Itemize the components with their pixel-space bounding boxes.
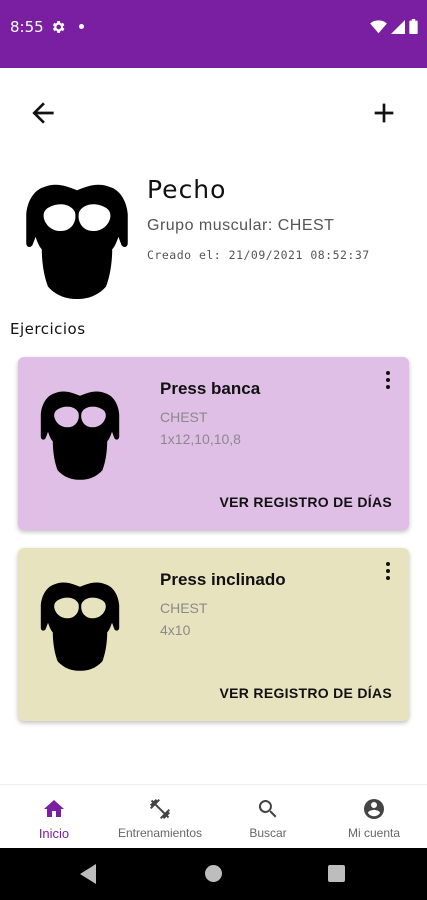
- arrow-left-icon: [32, 102, 54, 124]
- system-navigation-bar: [0, 848, 427, 900]
- status-time: 8:55: [10, 18, 44, 36]
- battery-icon: [409, 19, 418, 34]
- exercise-reps: 1x12,10,10,8: [160, 431, 241, 447]
- back-button[interactable]: [20, 90, 66, 136]
- nav-label: Buscar: [249, 826, 287, 840]
- exercise-card[interactable]: Press inclinado CHEST 4x10 VER REGISTRO …: [18, 548, 409, 721]
- exercise-muscle: CHEST: [160, 600, 208, 616]
- status-icons: [370, 19, 418, 34]
- add-exercise-button[interactable]: [361, 90, 407, 136]
- system-back-icon[interactable]: [80, 864, 98, 884]
- view-log-button[interactable]: VER REGISTRO DE DÍAS: [220, 685, 392, 701]
- nav-item-workouts[interactable]: Entrenamientos: [110, 785, 210, 849]
- nav-item-search[interactable]: Buscar: [240, 785, 296, 849]
- exercise-muscle: CHEST: [160, 409, 208, 425]
- system-home-icon[interactable]: [205, 865, 222, 882]
- screen: 8:55 Pecho Grupo muscular: CHEST Creado …: [0, 0, 427, 900]
- more-vert-icon[interactable]: [381, 369, 395, 391]
- toolbar: [0, 68, 427, 158]
- nav-item-account[interactable]: Mi cuenta: [340, 785, 408, 849]
- account-circle-icon: [364, 799, 384, 819]
- group-title: Pecho: [147, 175, 227, 204]
- dumbbell-icon: [150, 799, 170, 819]
- plus-icon: [374, 103, 394, 123]
- exercise-name: Press banca: [160, 379, 261, 398]
- chest-muscle-icon: [22, 183, 132, 299]
- section-title-exercises: Ejercicios: [10, 320, 86, 338]
- view-log-button[interactable]: VER REGISTRO DE DÍAS: [220, 494, 392, 510]
- exercise-card[interactable]: Press banca CHEST 1x12,10,10,8 VER REGIS…: [18, 357, 409, 530]
- nav-item-home[interactable]: Inicio: [27, 785, 81, 849]
- notification-dot-icon: [79, 24, 84, 29]
- bottom-navigation: Inicio Entrenamientos Buscar Mi cuenta: [0, 784, 427, 848]
- home-icon: [44, 800, 64, 817]
- exercise-name: Press inclinado: [160, 570, 286, 589]
- wifi-icon: [370, 19, 387, 33]
- cell-signal-icon: [391, 19, 405, 34]
- exercise-reps: 4x10: [160, 622, 191, 638]
- settings-gear-icon: [52, 21, 65, 33]
- status-bar: 8:55: [0, 0, 427, 68]
- system-recents-icon[interactable]: [328, 865, 345, 882]
- search-icon: [258, 800, 277, 818]
- group-created-date: Creado el: 21/09/2021 08:52:37: [147, 248, 370, 262]
- group-muscle: Grupo muscular: CHEST: [147, 217, 335, 234]
- nav-label: Inicio: [38, 826, 70, 841]
- more-vert-icon[interactable]: [381, 560, 395, 582]
- chest-muscle-icon: [40, 381, 120, 489]
- chest-muscle-icon: [40, 572, 120, 680]
- nav-label: Entrenamientos: [117, 826, 203, 840]
- nav-label: Mi cuenta: [347, 826, 401, 840]
